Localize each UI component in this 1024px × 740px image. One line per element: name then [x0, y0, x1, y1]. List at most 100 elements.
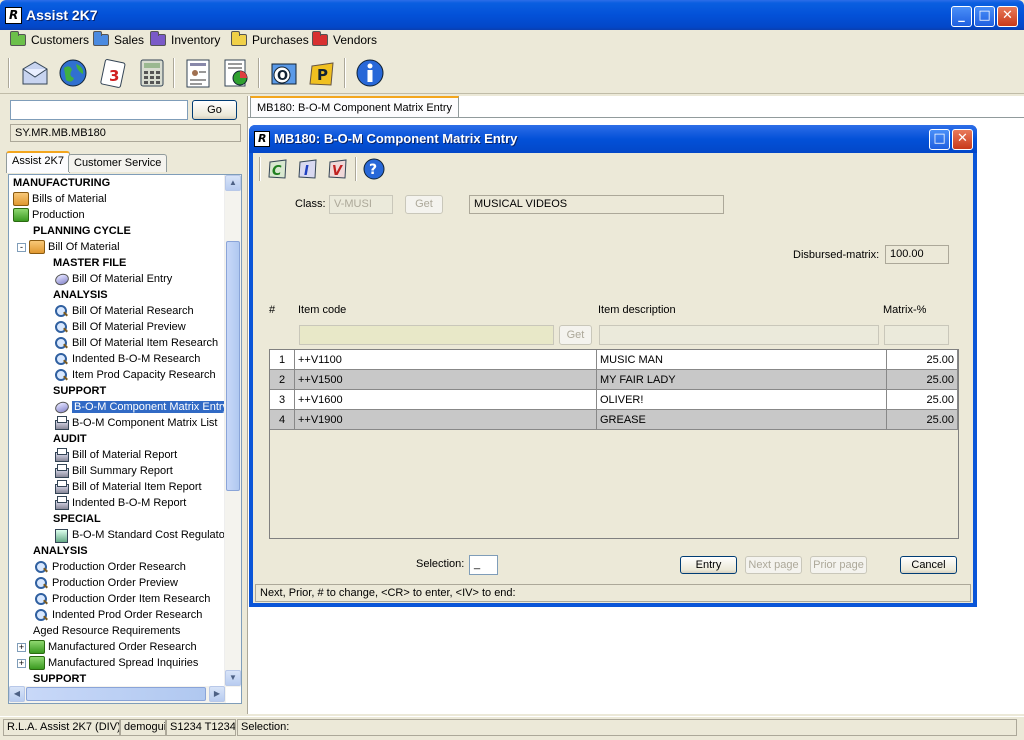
- menu-sales[interactable]: Sales: [93, 31, 144, 48]
- tree-item[interactable]: - Bill Of Material: [17, 239, 120, 255]
- scroll-up-button[interactable]: ▲: [225, 175, 241, 191]
- tree-item[interactable]: B-O-M Standard Cost Regulator: [53, 527, 229, 543]
- calendar-icon[interactable]: 3: [96, 56, 130, 90]
- maximize-button[interactable]: □: [974, 6, 995, 27]
- tree-item[interactable]: B-O-M Component Matrix Entry: [53, 399, 231, 415]
- go-button[interactable]: Go: [192, 100, 237, 120]
- tree-item[interactable]: SUPPORT: [33, 671, 86, 687]
- tree-item[interactable]: Bill of Material Item Report: [53, 479, 202, 495]
- folder-icon: [150, 31, 166, 46]
- tree-item[interactable]: Bill Of Material Entry: [53, 271, 172, 287]
- c-icon[interactable]: C: [267, 157, 289, 181]
- tree-item[interactable]: ANALYSIS: [53, 287, 108, 303]
- scroll-down-button[interactable]: ▼: [225, 670, 241, 686]
- tree-item[interactable]: + Manufactured Spread Inquiries: [17, 655, 198, 671]
- scroll-right-button[interactable]: ▶: [209, 686, 225, 702]
- tree-item[interactable]: Indented Prod Order Research: [33, 607, 202, 623]
- close-button[interactable]: ✕: [997, 6, 1018, 27]
- selection-input[interactable]: _: [469, 555, 498, 575]
- entry-button[interactable]: Entry: [680, 556, 737, 574]
- tree-item[interactable]: SPECIAL: [53, 511, 101, 527]
- window-title: Assist 2K7: [26, 7, 98, 23]
- tree-item-label: Production Order Research: [52, 561, 186, 573]
- tab-assist-2k7[interactable]: Assist 2K7: [6, 151, 70, 173]
- outlook-icon[interactable]: O: [266, 56, 300, 90]
- tree-item[interactable]: Bill of Material Report: [53, 447, 177, 463]
- menu-purchases[interactable]: Purchases: [231, 31, 309, 48]
- table-row[interactable]: 3 ++V1600 OLIVER! 25.00: [270, 390, 958, 410]
- expand-icon[interactable]: +: [17, 658, 26, 668]
- matrix-pct-cell: 25.00: [887, 350, 958, 370]
- folder-icon: [10, 31, 26, 46]
- tree-item[interactable]: Production Order Research: [33, 559, 186, 575]
- menu-inventory[interactable]: Inventory: [150, 31, 220, 48]
- table-row[interactable]: 4 ++V1900 GREASE 25.00: [270, 410, 958, 430]
- menu-customers[interactable]: Customers: [10, 31, 89, 48]
- contact-card-icon[interactable]: [181, 56, 215, 90]
- info-icon[interactable]: [353, 56, 387, 90]
- collapse-icon[interactable]: -: [17, 242, 26, 252]
- tree-item[interactable]: SUPPORT: [53, 383, 106, 399]
- globe-icon[interactable]: [56, 56, 90, 90]
- tree-item[interactable]: Aged Resource Requirements: [33, 623, 180, 639]
- search-input[interactable]: [10, 100, 188, 120]
- item-description-cell: GREASE: [597, 410, 887, 430]
- report-chart-icon[interactable]: [219, 56, 253, 90]
- tree-item[interactable]: AUDIT: [53, 431, 87, 447]
- tree-item[interactable]: + Manufactured Order Research: [17, 639, 197, 655]
- tree-item[interactable]: Production: [13, 207, 85, 223]
- tree-item-label: Bill Of Material Item Research: [72, 337, 219, 349]
- tree-item-label: Production: [32, 209, 85, 221]
- tree-item[interactable]: Production Order Item Research: [33, 591, 210, 607]
- minimize-button[interactable]: _: [951, 6, 972, 27]
- tree-item[interactable]: Indented B-O-M Report: [53, 495, 186, 511]
- tree-item[interactable]: MASTER FILE: [53, 255, 126, 271]
- table-row[interactable]: 2 ++V1500 MY FAIR LADY 25.00: [270, 370, 958, 390]
- hscroll-thumb[interactable]: [26, 687, 206, 701]
- tree-item[interactable]: Bill Of Material Item Research: [53, 335, 218, 351]
- tree-vertical-scrollbar[interactable]: ▲ ▼: [224, 175, 241, 687]
- tree-item[interactable]: PLANNING CYCLE: [33, 223, 131, 239]
- table-row[interactable]: 1 ++V1100 MUSIC MAN 25.00: [270, 350, 958, 370]
- calculator-icon[interactable]: [135, 56, 169, 90]
- i-icon[interactable]: I: [297, 157, 319, 181]
- tree-item[interactable]: Bills of Material: [13, 191, 107, 207]
- tree-item[interactable]: Bill Of Material Research: [53, 303, 194, 319]
- tree-item-label: MANUFACTURING: [13, 177, 111, 189]
- expand-icon[interactable]: +: [17, 642, 26, 652]
- tree-item[interactable]: Indented B-O-M Research: [53, 351, 200, 367]
- row-number: 1: [270, 350, 295, 370]
- tree-item[interactable]: Bill Summary Report: [53, 463, 173, 479]
- tree-item-label: Bill Summary Report: [72, 465, 173, 477]
- magnifier-icon: [33, 608, 49, 622]
- tree-item[interactable]: MANUFACTURING: [13, 175, 110, 191]
- tree-item[interactable]: Bill Of Material Preview: [53, 319, 186, 335]
- scroll-left-button[interactable]: ◀: [9, 686, 25, 702]
- tree-item-label: Bill of Material Report: [72, 449, 178, 461]
- tab-customer-service[interactable]: Customer Service: [68, 154, 168, 172]
- tree-item[interactable]: B-O-M Component Matrix List: [53, 415, 217, 431]
- menu-vendors[interactable]: Vendors: [312, 31, 377, 48]
- envelope-icon[interactable]: [18, 56, 52, 90]
- status-user: demogui: [120, 719, 166, 736]
- dialog-close-button[interactable]: ✕: [952, 129, 973, 150]
- tree-item-label: B-O-M Component Matrix Entry: [72, 401, 231, 413]
- folder-icon: [29, 240, 45, 254]
- help-icon[interactable]: ?: [363, 158, 385, 180]
- window-titlebar: Assist 2K7 _ □ ✕: [0, 0, 1024, 30]
- scroll-thumb[interactable]: [226, 241, 240, 491]
- folder-icon: [231, 31, 247, 46]
- dialog-maximize-button[interactable]: □: [929, 129, 950, 150]
- cancel-button[interactable]: Cancel: [900, 556, 957, 574]
- p-app-icon[interactable]: P: [305, 56, 339, 90]
- tree-item[interactable]: Production Order Preview: [33, 575, 178, 591]
- menu-path: SY.MR.MB.MB180: [10, 124, 241, 142]
- tree-horizontal-scrollbar[interactable]: ◀ ▶: [9, 686, 226, 703]
- tab-mb180[interactable]: MB180: B-O-M Component Matrix Entry: [250, 96, 460, 118]
- tree-item-label: Bill Of Material Preview: [72, 321, 186, 333]
- tree-item[interactable]: Item Prod Capacity Research: [53, 367, 216, 383]
- disbursed-matrix-label: Disbursed-matrix:: [793, 249, 880, 261]
- tree-item[interactable]: ANALYSIS: [33, 543, 88, 559]
- v-icon[interactable]: V: [327, 157, 349, 181]
- folder-icon: [29, 640, 45, 654]
